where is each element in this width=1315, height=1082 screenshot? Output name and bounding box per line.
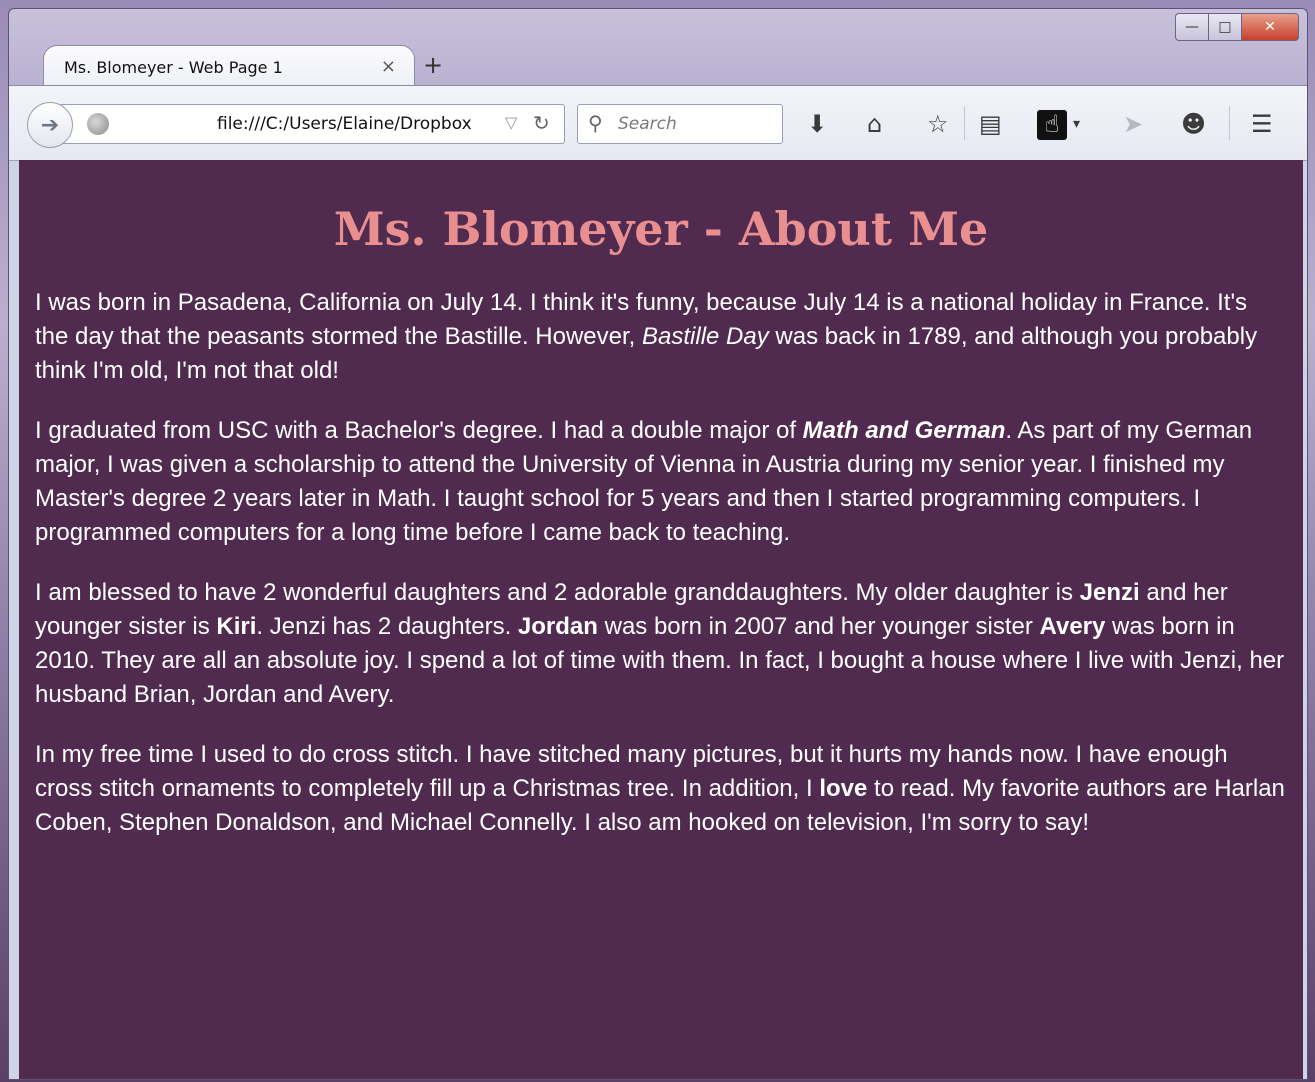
url-text: file:///C:/Users/Elaine/Dropbox [217,114,472,134]
globe-icon [87,113,109,135]
text: I graduated from USC with a Bachelor's d… [35,417,803,444]
tab-title: Ms. Blomeyer - Web Page 1 [64,58,283,77]
reload-icon[interactable]: ↻ [533,111,550,135]
home-icon[interactable]: ⌂ [867,110,882,138]
name-kiri: Kiri [216,613,257,640]
paragraph-hobbies: In my free time I used to do cross stitc… [35,738,1287,840]
back-button[interactable]: ➔ [27,102,73,148]
tab-close-button[interactable]: × [381,56,396,77]
name-avery: Avery [1039,613,1106,640]
name-jenzi: Jenzi [1079,579,1140,606]
paragraph-birth: I was born in Pasadena, California on Ju… [35,286,1287,388]
search-placeholder: Search [618,114,677,134]
search-icon: ⚲ [588,111,603,135]
emphasis: Bastille Day [642,323,769,350]
url-dropdown-icon[interactable]: ▽ [505,113,517,132]
paragraph-education: I graduated from USC with a Bachelor's d… [35,414,1287,550]
name-jordan: Jordan [517,613,598,640]
tab-strip: Ms. Blomeyer - Web Page 1 × + [9,9,1307,87]
text: was born in 2007 and her younger sister [597,613,1040,640]
chevron-down-icon[interactable]: ▾ [1073,110,1080,138]
tab-active[interactable]: Ms. Blomeyer - Web Page 1 × [43,45,415,87]
search-box[interactable]: ⚲ Search [577,104,783,144]
send-icon[interactable]: ➤ [1123,110,1143,138]
toolbar-separator [1229,106,1230,140]
text: . Jenzi has 2 daughters. [256,613,518,640]
toolbar-separator [964,106,965,140]
browser-window: — □ ✕ Ms. Blomeyer - Web Page 1 × + file… [8,8,1308,1080]
download-icon[interactable]: ⬇ [807,110,827,138]
hand-cursor-icon[interactable]: ☝ [1037,110,1067,140]
back-arrow-icon: ➔ [40,112,60,138]
clipboard-icon[interactable]: ▤ [979,110,1002,138]
emphasis-love: love [819,775,868,802]
emphasis: Math and German [802,417,1006,444]
page-content: Ms. Blomeyer - About Me I was born in Pa… [19,160,1303,1079]
hamburger-menu-icon[interactable]: ☰ [1251,110,1273,138]
text: I am blessed to have 2 wonderful daughte… [35,579,1080,606]
url-bar[interactable]: file:///C:/Users/Elaine/Dropbox ▽ ↻ [61,104,565,144]
page-title: Ms. Blomeyer - About Me [333,202,989,256]
paragraph-family: I am blessed to have 2 wonderful daughte… [35,576,1287,712]
chat-icon[interactable]: ☻ [1181,110,1206,138]
navigation-toolbar: file:///C:/Users/Elaine/Dropbox ▽ ↻ ➔ ⚲ … [9,85,1307,161]
new-tab-button[interactable]: + [423,53,443,77]
star-icon[interactable]: ☆ [927,110,949,138]
